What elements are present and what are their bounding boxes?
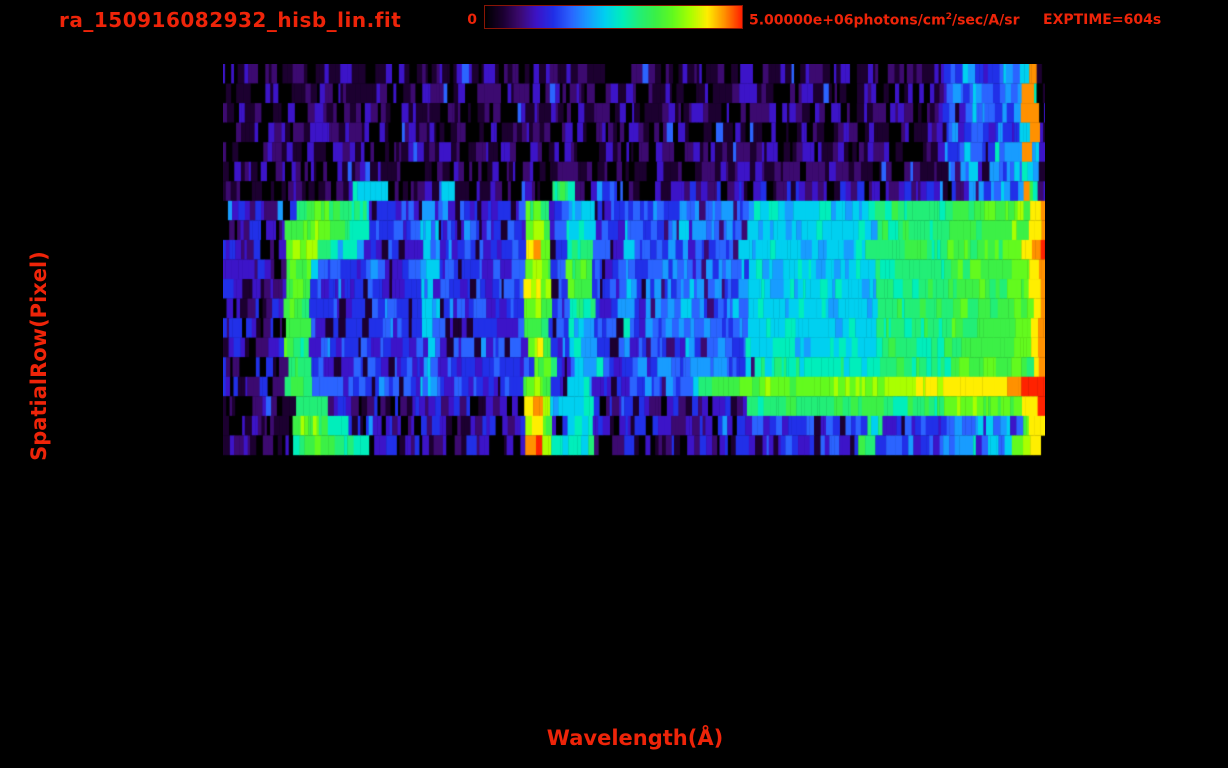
spectral-heatmap: [223, 64, 1045, 670]
y-axis-title: SpatialRow(Pixel): [27, 251, 51, 461]
flux-unit-suffix: /sec/A/sr: [951, 12, 1020, 29]
spectral-image-viewer: ra_150916082932_hisb_lin.fit 0 5.00000e+…: [0, 0, 1228, 768]
flux-unit-prefix: 5.00000e+06photons/cm: [749, 12, 946, 29]
colorbar-min-label: 0: [467, 12, 477, 28]
colorbar: [484, 5, 743, 29]
colorbar-max-label: 5.00000e+06photons/cm2/sec/A/sr: [749, 12, 1020, 29]
x-axis-title: Wavelength(Å): [546, 726, 724, 750]
exptime-label: EXPTIME=604s: [1043, 12, 1162, 28]
